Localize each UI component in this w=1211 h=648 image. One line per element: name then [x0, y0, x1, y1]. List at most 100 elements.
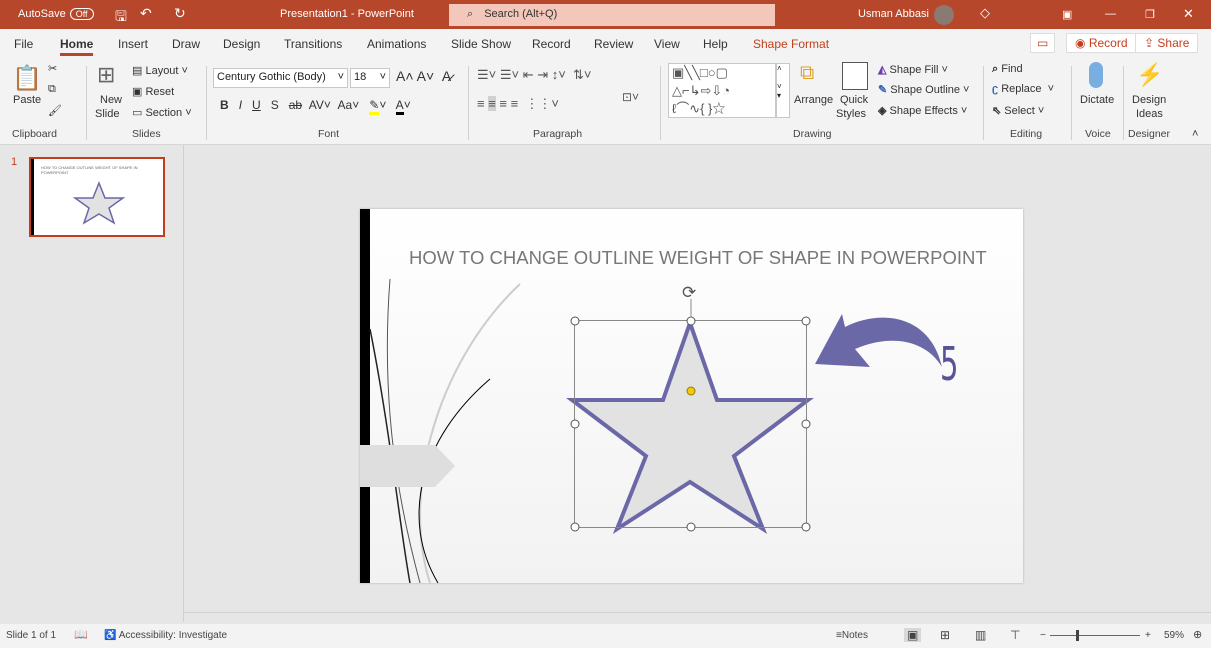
reading-view-icon[interactable]: ▥ [975, 628, 986, 642]
microphone-icon[interactable] [1089, 62, 1103, 88]
font-size-dropdown[interactable]: 18 ˅ [350, 68, 390, 88]
shape-effects-icon: ◈ [878, 105, 887, 117]
star-shape[interactable]: ⟳ [360, 209, 1023, 583]
slide-canvas[interactable]: HOW TO CHANGE OUTLINE WEIGHT OF SHAPE IN… [360, 209, 1023, 583]
group-label-designer: Designer [1128, 128, 1171, 140]
select-button[interactable]: ⇖ Select ˅ [992, 104, 1044, 117]
save-icon[interactable]: 🖫 [115, 6, 127, 30]
font-size-controls[interactable]: A˄ A˅ A̷ [396, 68, 451, 84]
replace-button[interactable]: ʗ Replace ˅ [992, 83, 1054, 95]
zoom-level[interactable]: 59% [1164, 630, 1184, 641]
find-button[interactable]: ⌕ Find [992, 63, 1023, 76]
paste-button[interactable]: Paste [13, 94, 41, 106]
shape-fill-icon: ◭ [878, 64, 887, 76]
spell-check-icon[interactable]: 📖 [74, 628, 88, 641]
shape-outline-button[interactable]: ✎ Shape Outline ˅ [878, 83, 969, 96]
tab-help[interactable]: Help [703, 37, 728, 51]
highlight-icon: ✎ [369, 98, 380, 115]
tab-animations[interactable]: Animations [367, 37, 426, 51]
new-slide-icon[interactable]: ⊞ [97, 62, 115, 88]
avatar[interactable] [934, 5, 954, 25]
layout-button[interactable]: ▤ Layout ˅ [132, 64, 188, 77]
alignment-buttons[interactable]: ≡ ≡ ≡ ≡ ⋮⋮˅ [477, 96, 559, 112]
list-buttons[interactable]: ☰˅ ☰˅ ⇤ ⇥ ↕˅ ⇅˅ [477, 67, 592, 83]
zoom-slider-thumb[interactable] [1076, 630, 1079, 641]
title-bar: AutoSave Off 🖫 ↶ ↻ Presentation1 - PowerP… [0, 0, 1211, 29]
format-painter-icon[interactable]: 🖌 [48, 104, 62, 117]
quick-styles-icon[interactable] [842, 62, 868, 90]
shapes-gallery[interactable]: ▣╲╲□○▢ △⌐↳⇨⇩◔ ℓ⌒∿{ }☆ [668, 63, 776, 118]
tab-transitions[interactable]: Transitions [284, 37, 342, 51]
autosave-toggle[interactable]: AutoSave Off [18, 8, 94, 20]
record-button[interactable]: ◉ Record [1066, 33, 1137, 53]
slide-sorter-icon[interactable]: ⊞ [940, 628, 950, 642]
minimize-icon[interactable]: — [1105, 8, 1116, 20]
tab-record[interactable]: Record [532, 37, 571, 51]
shape-outline-icon: ✎ [878, 84, 888, 96]
find-icon: ⌕ [992, 63, 999, 75]
shape-effects-button[interactable]: ◈ Shape Effects ˅ [878, 104, 967, 117]
collapse-ribbon-icon[interactable]: ˄ [1192, 128, 1198, 140]
slide-number: 1 [11, 156, 18, 168]
zoom-slider[interactable] [1050, 635, 1140, 636]
normal-view-icon[interactable]: ▣ [904, 628, 922, 642]
quick-styles-button[interactable]: Quick [840, 94, 868, 106]
search-icon: ⌕ [467, 8, 477, 20]
font-format-buttons[interactable]: B I U S ab AV˅ Aa˅ ✎˅ A˅ [220, 98, 411, 115]
tab-review[interactable]: Review [594, 37, 633, 51]
section-button[interactable]: ▭ Section ˅ [132, 106, 192, 119]
select-icon: ⇖ [992, 105, 1002, 117]
diamond-icon[interactable]: ◇ [980, 5, 990, 21]
group-label-font: Font [318, 128, 340, 140]
annotation-number[interactable]: 5 [940, 337, 958, 391]
font-name-dropdown[interactable]: Century Gothic (Body) ˅ [213, 68, 348, 88]
tab-design[interactable]: Design [223, 37, 260, 51]
tab-view[interactable]: View [654, 37, 680, 51]
tab-insert[interactable]: Insert [118, 37, 148, 51]
cut-icon[interactable]: ✂ [48, 62, 57, 75]
design-ideas-button[interactable]: Design [1132, 94, 1166, 106]
arrange-button[interactable]: Arrange [794, 94, 833, 106]
ribbon-tabs: File Home Insert Draw Design Transitions… [0, 29, 1211, 58]
search-input[interactable]: ⌕ Search (Alt+Q) [449, 4, 775, 26]
accessibility-icon: ♿ [104, 630, 117, 641]
accessibility-status[interactable]: ♿ Accessibility: Investigate [104, 630, 227, 641]
dictate-button[interactable]: Dictate [1080, 94, 1114, 106]
ribbon-display-icon[interactable]: ▣ [1062, 8, 1072, 21]
share-button[interactable]: ⇪ Share [1135, 33, 1199, 53]
restore-icon[interactable]: ❐ [1145, 8, 1155, 21]
new-slide-button[interactable]: New [100, 94, 122, 106]
comments-icon[interactable]: ▭ [1030, 33, 1056, 53]
zoom-out-button[interactable]: − [1040, 630, 1046, 641]
paste-icon[interactable]: 📋 [12, 64, 42, 93]
font-color-icon: A [395, 98, 404, 115]
notes-button[interactable]: ≡Notes [836, 630, 868, 641]
text-direction-icon[interactable]: ⊡˅ [622, 90, 639, 104]
undo-icon[interactable]: ↶ [140, 5, 152, 22]
tab-home[interactable]: Home [60, 37, 94, 56]
zoom-in-button[interactable]: + [1145, 630, 1151, 641]
copy-icon[interactable]: ⧉ [48, 83, 56, 96]
slide-thumbnail[interactable]: HOW TO CHANGE OUTLINE WEIGHT OF SHAPE IN… [29, 157, 165, 237]
tab-slide-show[interactable]: Slide Show [451, 37, 511, 51]
slideshow-icon[interactable]: ⊤ [1010, 628, 1020, 642]
user-name[interactable]: Usman Abbasi [858, 8, 929, 20]
tab-draw[interactable]: Draw [172, 37, 200, 51]
shape-fill-button[interactable]: ◭ Shape Fill ˅ [878, 63, 948, 76]
arrange-icon[interactable]: ⧉ [800, 62, 814, 85]
group-label-clipboard: Clipboard [12, 128, 57, 140]
gallery-scroll[interactable]: ˄ ˅ ▾ [776, 63, 790, 118]
tab-shape-format[interactable]: Shape Format [753, 37, 829, 51]
group-label-editing: Editing [1010, 128, 1043, 140]
fit-to-window-icon[interactable]: ⊕ [1193, 628, 1202, 641]
close-icon[interactable]: ✕ [1183, 6, 1194, 22]
reset-button[interactable]: ▣ Reset [132, 85, 174, 98]
thumbnail-star [72, 181, 126, 225]
redo-icon[interactable]: ↻ [174, 5, 186, 22]
autosave-state: Off [69, 8, 94, 20]
group-label-voice: Voice [1085, 128, 1111, 140]
design-ideas-icon[interactable]: ⚡ [1136, 62, 1163, 88]
horizontal-scrollbar[interactable] [184, 612, 1211, 622]
tab-file[interactable]: File [14, 37, 33, 51]
share-icon: ⇪ [1144, 36, 1158, 50]
